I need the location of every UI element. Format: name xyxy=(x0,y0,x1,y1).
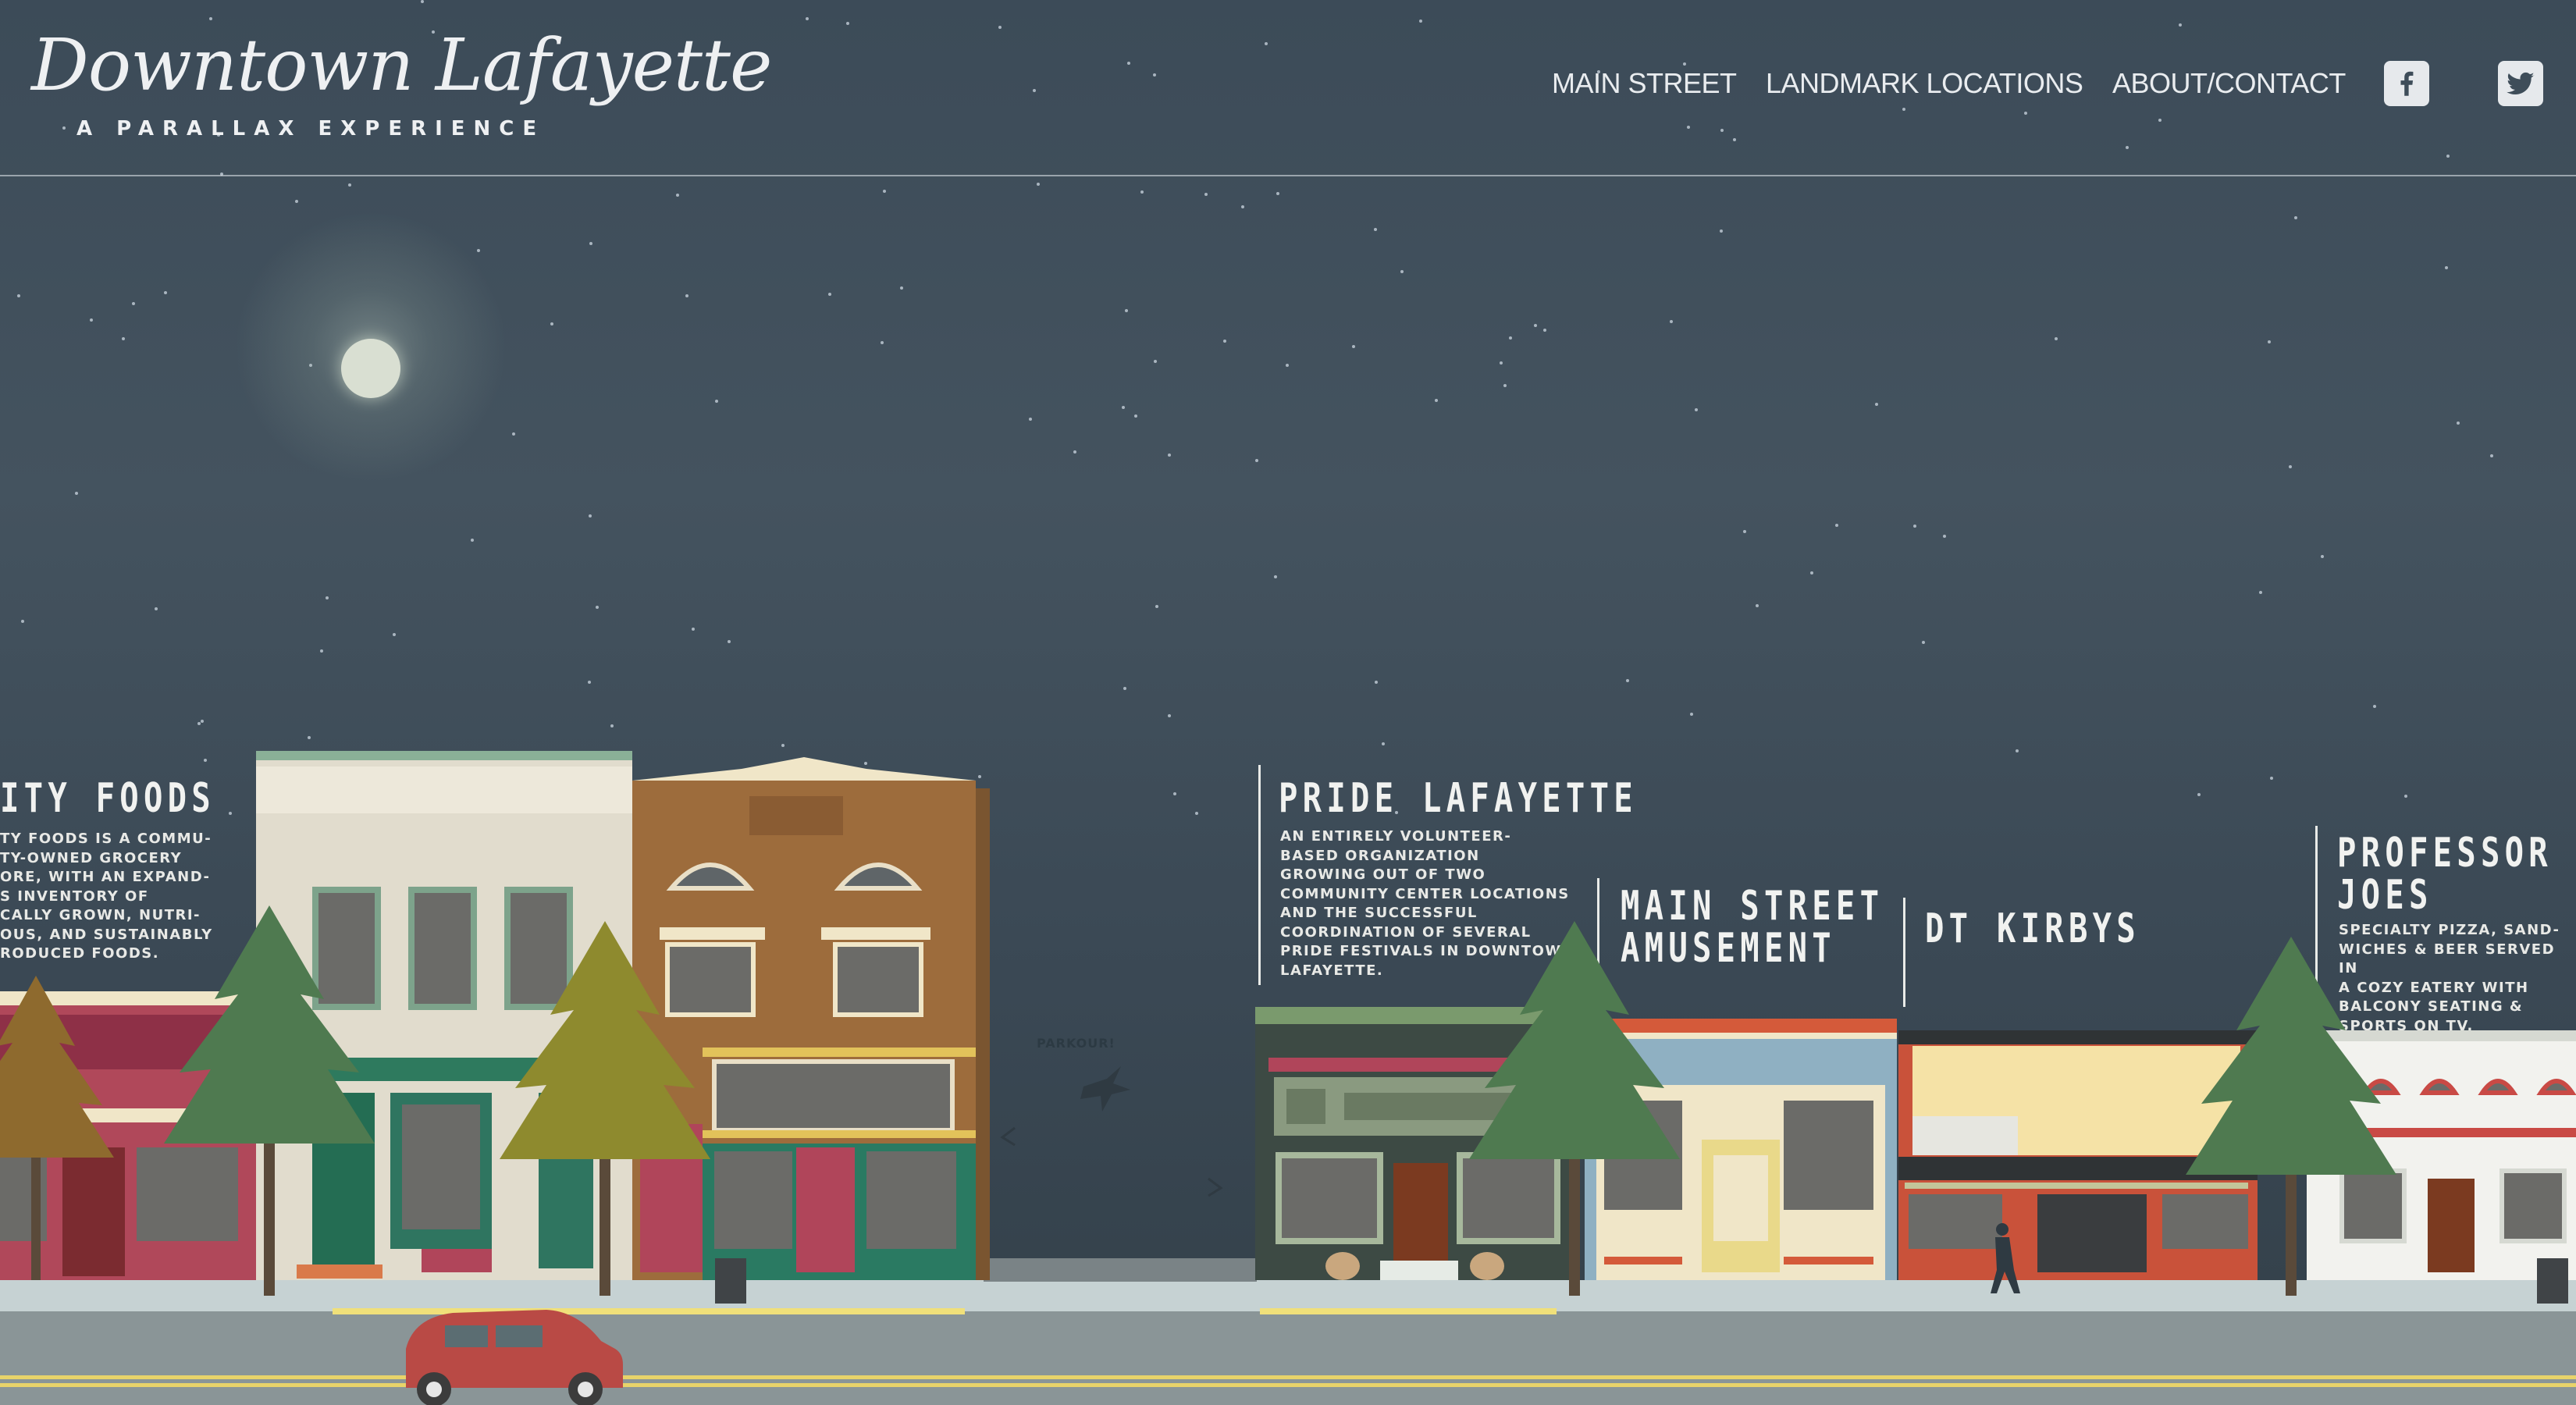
parallax-scene: Downtown Lafayette A PARALLAX EXPERIENCE… xyxy=(0,0,2576,1405)
parkour-label: PARKOUR! xyxy=(1037,1036,1115,1051)
red-car xyxy=(406,1310,623,1405)
street-illustration: PARKOUR! xyxy=(0,751,2576,1405)
parkour-figure xyxy=(1080,1066,1130,1112)
building-brick xyxy=(632,757,990,1304)
